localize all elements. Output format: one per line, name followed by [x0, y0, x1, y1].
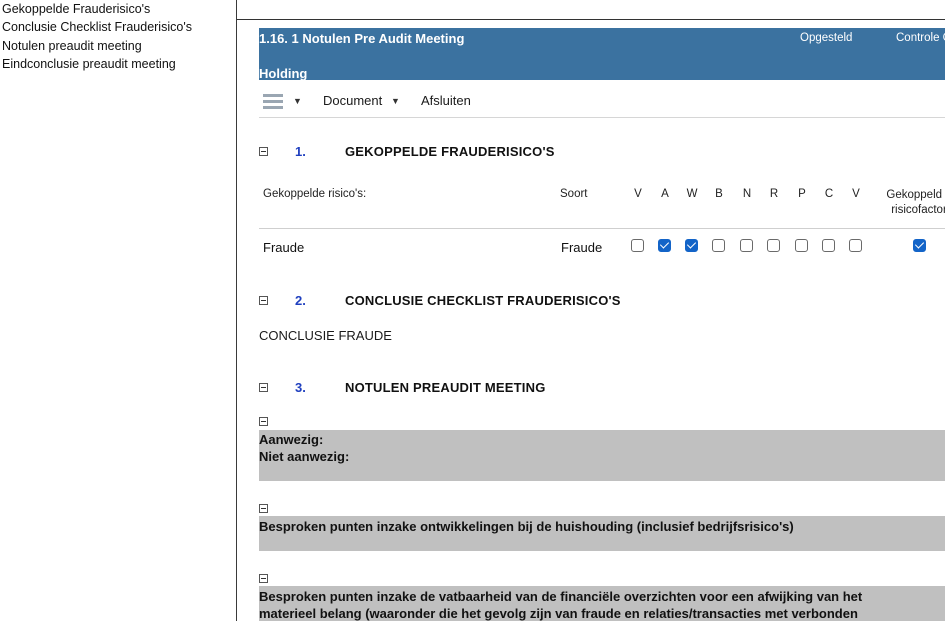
- column-header-linked-line2: risicofactor: [891, 204, 945, 216]
- section-title: CONCLUSIE CHECKLIST FRAUDERISICO'S: [345, 293, 621, 308]
- collapse-icon[interactable]: [259, 504, 268, 513]
- left-navigation: Gekoppelde Frauderisico's Conclusie Chec…: [0, 0, 236, 621]
- document-header: 1.16. 1 Notulen Pre Audit Meeting Holdin…: [259, 28, 945, 81]
- notes-block-line: Niet aanwezig:: [259, 449, 350, 464]
- menu-caret-icon[interactable]: ▼: [293, 96, 302, 106]
- nav-item-gekoppelde-frauderisicos[interactable]: Gekoppelde Frauderisico's: [2, 1, 150, 17]
- hamburger-icon[interactable]: [263, 94, 283, 109]
- header-column-controle: Controle G: [896, 32, 945, 44]
- notes-block-attendance[interactable]: [259, 430, 945, 481]
- document-title: 1.16. 1 Notulen Pre Audit Meeting: [259, 31, 465, 46]
- section-number: 1.: [295, 144, 306, 159]
- collapse-icon[interactable]: [259, 417, 268, 426]
- flag-checkbox[interactable]: [631, 239, 644, 252]
- linked-checkbox[interactable]: [913, 239, 926, 252]
- column-header-linked: Gekoppeld a risicofactor: [874, 188, 945, 218]
- section-number: 3.: [295, 380, 306, 395]
- column-header-flag: V: [852, 188, 860, 200]
- column-header-flag: N: [742, 188, 752, 200]
- document-caret-icon[interactable]: ▼: [391, 96, 400, 106]
- collapse-icon[interactable]: [259, 574, 268, 583]
- document-menu-label: Document: [323, 93, 383, 108]
- flag-checkbox[interactable]: [740, 239, 753, 252]
- nav-item-eindconclusie[interactable]: Eindconclusie preaudit meeting: [2, 56, 176, 72]
- table-cell-risk: Fraude: [263, 240, 305, 255]
- document-menu-button[interactable]: Document: [323, 93, 382, 108]
- table-row-separator: [259, 228, 945, 229]
- column-header-flag: B: [715, 188, 723, 200]
- flag-checkbox[interactable]: [712, 239, 725, 252]
- notes-block-line: Besproken punten inzake de vatbaarheid v…: [259, 589, 863, 604]
- collapse-icon[interactable]: [259, 147, 268, 156]
- document-subtitle: Holding: [259, 66, 308, 81]
- collapse-icon[interactable]: [259, 383, 268, 392]
- flag-checkbox[interactable]: [795, 239, 808, 252]
- notes-block-line: materieel belang (waaronder die het gevo…: [259, 606, 858, 621]
- column-header-flag: A: [661, 188, 669, 200]
- column-header-risk: Gekoppelde risico's:: [263, 188, 367, 200]
- table-cell-type: Fraude: [561, 240, 603, 255]
- section-title: GEKOPPELDE FRAUDERISICO'S: [345, 144, 555, 159]
- flag-checkbox[interactable]: [849, 239, 862, 252]
- flag-checkbox[interactable]: [685, 239, 698, 252]
- column-header-flag: P: [798, 188, 806, 200]
- collapse-icon[interactable]: [259, 296, 268, 305]
- section-number: 2.: [295, 293, 306, 308]
- column-header-flag: V: [634, 188, 642, 200]
- header-column-opgesteld: Opgesteld: [800, 32, 853, 44]
- flag-checkbox[interactable]: [822, 239, 835, 252]
- toolbar: ▼ Document ▼ Afsluiten: [259, 84, 945, 118]
- flag-checkbox[interactable]: [658, 239, 671, 252]
- column-header-flag: W: [686, 188, 698, 200]
- column-header-flag: R: [769, 188, 779, 200]
- flag-checkbox[interactable]: [767, 239, 780, 252]
- column-header-flag: C: [824, 188, 834, 200]
- notes-block-line: Aanwezig:: [259, 432, 324, 447]
- nav-item-notulen-preaudit[interactable]: Notulen preaudit meeting: [2, 38, 142, 54]
- top-frame: [237, 0, 945, 20]
- conclusion-text: CONCLUSIE FRAUDE: [259, 328, 392, 343]
- nav-item-conclusie-checklist[interactable]: Conclusie Checklist Frauderisico's: [2, 19, 192, 35]
- column-header-linked-line1: Gekoppeld a: [886, 189, 945, 201]
- afsluiten-button[interactable]: Afsluiten: [421, 93, 471, 108]
- section-title: NOTULEN PREAUDIT MEETING: [345, 380, 546, 395]
- column-header-type: Soort: [560, 188, 588, 200]
- document-pane: 1.16. 1 Notulen Pre Audit Meeting Holdin…: [237, 0, 945, 621]
- notes-block-line: Besproken punten inzake ontwikkelingen b…: [259, 519, 794, 534]
